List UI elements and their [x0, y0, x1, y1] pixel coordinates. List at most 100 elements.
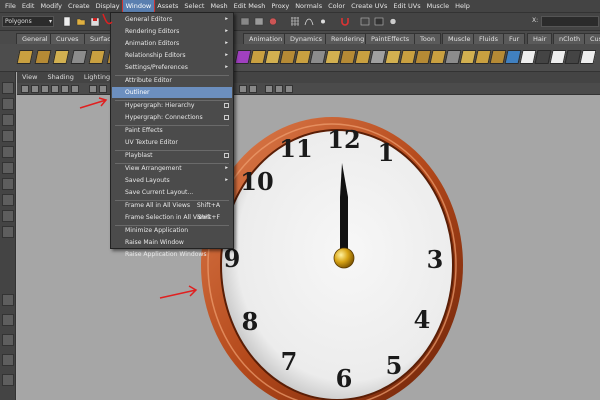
window-menu-item-saved-layouts[interactable]: Saved Layouts ▸ — [112, 175, 232, 186]
panel-menu-view[interactable]: View — [17, 72, 42, 83]
snap-grid-icon[interactable] — [290, 16, 300, 27]
shelf-tool-icon[interactable] — [34, 50, 52, 64]
shelf-tool-icon[interactable] — [16, 50, 34, 64]
window-menu-item-playblast[interactable]: Playblast — [112, 150, 232, 161]
menu-modify[interactable]: Modify — [37, 0, 65, 12]
shelf-tab-custo[interactable]: Custo — [584, 33, 600, 44]
menu-create-uvs[interactable]: Create UVs — [348, 0, 390, 12]
window-menu-item-hypergraph-connections[interactable]: Hypergraph: Connections — [112, 112, 232, 123]
four-view-layout-icon[interactable] — [2, 314, 14, 326]
menu-proxy[interactable]: Proxy — [268, 0, 292, 12]
menu-set-dropdown[interactable]: Polygons ▾ — [2, 16, 54, 27]
rotate-tool-icon[interactable] — [2, 146, 14, 158]
menu-file[interactable]: File — [2, 0, 19, 12]
paint-select-tool-icon[interactable] — [2, 114, 14, 126]
snap-point-icon[interactable] — [318, 16, 328, 27]
single-perspective-layout-icon[interactable] — [2, 294, 14, 306]
hypershade-layout-icon[interactable] — [2, 374, 14, 386]
window-menu-item-paint-effects[interactable]: Paint Effects — [112, 125, 232, 136]
window-menu-item-raise-main-window[interactable]: Raise Main Window — [112, 237, 232, 248]
last-tool-icon[interactable] — [2, 226, 14, 238]
window-menu-item-relationship-editors[interactable]: Relationship Editors ▸ — [112, 50, 232, 61]
menu-help[interactable]: Help — [452, 0, 473, 12]
x-coordinate-field[interactable] — [541, 16, 599, 27]
window-menu-item-minimize-application[interactable]: Minimize Application — [112, 225, 232, 236]
window-menu-item-frame-selection-in-all-views[interactable]: Frame Selection in All Views Shift+F — [112, 212, 232, 223]
shelf-tab-general[interactable]: General — [16, 33, 54, 44]
shelf-tab-muscle[interactable]: Muscle — [442, 33, 477, 44]
wireframe-icon[interactable] — [89, 85, 97, 93]
menu-assets[interactable]: Assets — [154, 0, 181, 12]
window-menu-item-raise-application-windows[interactable]: Raise Application Windows — [112, 249, 232, 260]
menu-edit-mesh[interactable]: Edit Mesh — [231, 0, 269, 12]
shelf-tool-icon[interactable] — [88, 50, 106, 64]
scale-tool-icon[interactable] — [2, 162, 14, 174]
menu-normals[interactable]: Normals — [292, 0, 325, 12]
image-plane-icon[interactable] — [51, 85, 59, 93]
move-tool-icon[interactable] — [2, 130, 14, 142]
render-frame-icon[interactable] — [360, 16, 370, 27]
window-menu-item-animation-editors[interactable]: Animation Editors ▸ — [112, 38, 232, 49]
isolate-select-icon[interactable] — [285, 85, 293, 93]
window-menu-item-attribute-editor[interactable]: Attribute Editor — [112, 75, 232, 86]
window-menu-item-settings-preferences[interactable]: Settings/Preferences ▸ — [112, 62, 232, 73]
show-manipulator-icon[interactable] — [2, 210, 14, 222]
window-menu-item-save-current-layout[interactable]: Save Current Layout... — [112, 187, 232, 198]
smooth-shade-icon[interactable] — [99, 85, 107, 93]
ipr-render-icon[interactable] — [374, 16, 384, 27]
render-settings-icon[interactable] — [388, 16, 398, 27]
shelf-tab-toon[interactable]: Toon — [414, 33, 441, 44]
shelf-tool-icon[interactable] — [70, 50, 88, 64]
perspective-graph-layout-icon[interactable] — [2, 354, 14, 366]
camera-icon[interactable] — [21, 85, 29, 93]
bookmark-icon[interactable] — [41, 85, 49, 93]
option-box-icon[interactable] — [224, 115, 229, 120]
shelf-tool-icon[interactable] — [52, 50, 70, 64]
universal-manipulator-icon[interactable] — [2, 178, 14, 190]
magnet-icon[interactable] — [340, 16, 350, 27]
select-tool-icon[interactable] — [2, 82, 14, 94]
shelf-tab-painteffects[interactable]: PaintEffects — [365, 33, 416, 44]
camera-attributes-icon[interactable] — [31, 85, 39, 93]
new-scene-icon[interactable] — [62, 16, 72, 27]
use-all-lights-icon[interactable] — [249, 85, 257, 93]
film-gate-icon[interactable] — [71, 85, 79, 93]
grid-icon[interactable] — [61, 85, 69, 93]
perspective-viewport[interactable]: 12 1 3 4 5 6 7 8 9 10 11 — [17, 95, 600, 400]
shelf-tab-rendering[interactable]: Rendering — [325, 33, 371, 44]
menu-window[interactable]: Window — [121, 0, 156, 13]
option-box-icon[interactable] — [224, 153, 229, 158]
shelf-tab-dynamics[interactable]: Dynamics — [284, 33, 329, 44]
shelf-tab-fur[interactable]: Fur — [503, 33, 526, 44]
select-by-component-icon[interactable] — [268, 16, 278, 27]
soft-modification-icon[interactable] — [2, 194, 14, 206]
shelf-tab-curves[interactable]: Curves — [50, 33, 85, 44]
menu-color[interactable]: Color — [325, 0, 348, 12]
option-box-icon[interactable] — [224, 103, 229, 108]
menu-create[interactable]: Create — [65, 0, 93, 12]
panel-menu-shading[interactable]: Shading — [42, 72, 78, 83]
save-scene-icon[interactable] — [90, 16, 100, 27]
window-menu-item-rendering-editors[interactable]: Rendering Editors ▸ — [112, 26, 232, 37]
window-menu-item-view-arrangement[interactable]: View Arrangement ▸ — [112, 163, 232, 174]
menu-display[interactable]: Display — [93, 0, 123, 12]
menu-edit[interactable]: Edit — [19, 0, 38, 12]
shelf-tab-hair[interactable]: Hair — [527, 33, 553, 44]
menu-mesh[interactable]: Mesh — [207, 0, 230, 12]
shelf-tab-ncloth[interactable]: nCloth — [553, 33, 587, 44]
xray-icon[interactable] — [275, 85, 283, 93]
window-menu-item-uv-texture-editor[interactable]: UV Texture Editor — [112, 137, 232, 148]
select-by-hierarchy-icon[interactable] — [240, 16, 250, 27]
menu-muscle[interactable]: Muscle — [424, 0, 453, 12]
window-menu-item-outliner[interactable]: Outliner — [112, 87, 232, 98]
lasso-tool-icon[interactable] — [2, 98, 14, 110]
window-menu-item-frame-all-in-all-views[interactable]: Frame All in All Views Shift+A — [112, 200, 232, 211]
shelf-tab-fluids[interactable]: Fluids — [473, 33, 504, 44]
window-menu-item-hypergraph-hierarchy[interactable]: Hypergraph: Hierarchy — [112, 100, 232, 111]
menu-edit-uvs[interactable]: Edit UVs — [390, 0, 423, 12]
shelf-tab-animation[interactable]: Animation — [243, 33, 289, 44]
perspective-outliner-layout-icon[interactable] — [2, 334, 14, 346]
menu-select[interactable]: Select — [181, 0, 207, 12]
select-by-object-icon[interactable] — [254, 16, 264, 27]
snap-curve-icon[interactable] — [304, 16, 314, 27]
